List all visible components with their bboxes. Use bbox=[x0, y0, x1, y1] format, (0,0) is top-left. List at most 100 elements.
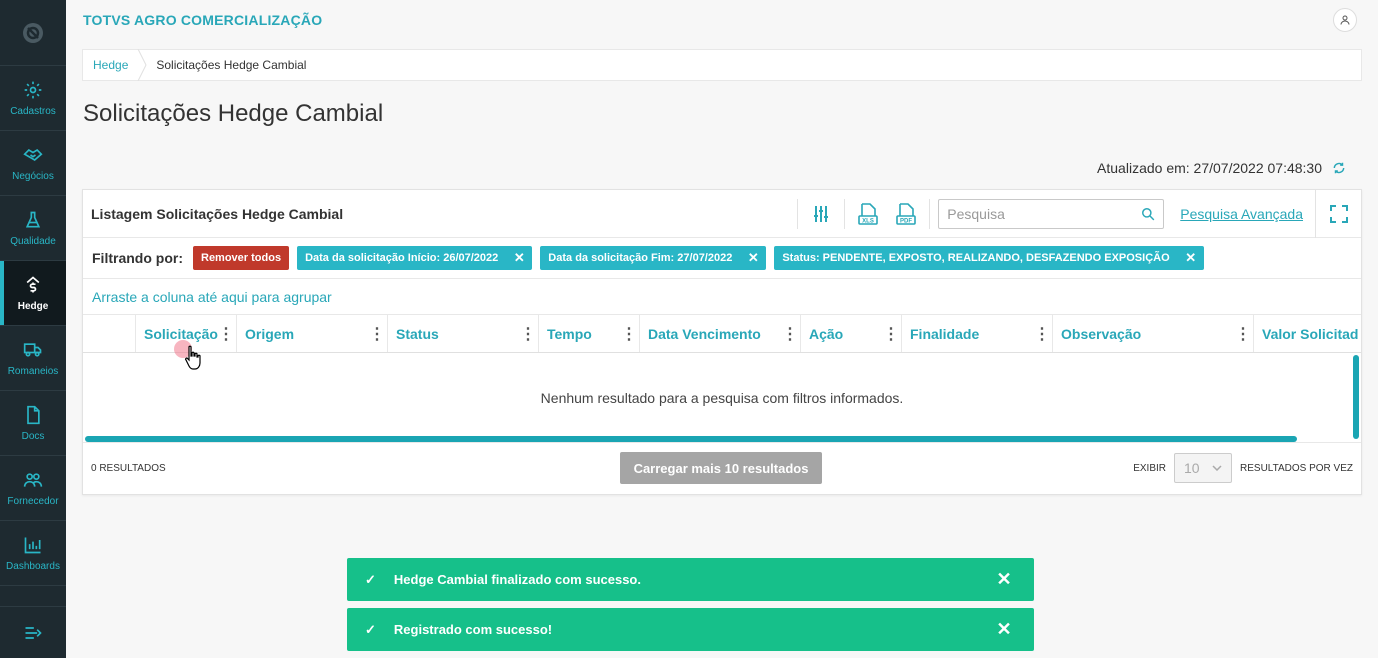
breadcrumb: Hedge Solicitações Hedge Cambial bbox=[82, 49, 1362, 81]
refresh-icon[interactable] bbox=[1332, 161, 1346, 175]
group-drop-zone[interactable]: Arraste a coluna até aqui para agrupar bbox=[83, 279, 1361, 315]
filter-label: Filtrando por: bbox=[92, 250, 183, 266]
card-footer: 0 RESULTADOS Carregar mais 10 resultados… bbox=[83, 443, 1361, 493]
gear-icon bbox=[24, 81, 42, 98]
column-menu-icon[interactable]: ⋮ bbox=[782, 324, 798, 344]
search-icon[interactable] bbox=[1141, 207, 1155, 221]
column-menu-icon[interactable]: ⋮ bbox=[883, 324, 899, 344]
column-header-tempo[interactable]: Tempo ⋮ bbox=[538, 315, 639, 352]
user-button[interactable] bbox=[1333, 8, 1357, 32]
sidebar-item-label: Negócios bbox=[12, 170, 54, 182]
handshake-icon bbox=[23, 148, 43, 161]
xls-file-icon: XLS bbox=[858, 202, 879, 225]
menu-expand-icon bbox=[25, 626, 42, 639]
column-header-status[interactable]: Status ⋮ bbox=[387, 315, 538, 352]
fullscreen-button[interactable] bbox=[1315, 189, 1361, 238]
column-header-finalidade[interactable]: Finalidade ⋮ bbox=[901, 315, 1052, 352]
sidebar-expand-button[interactable] bbox=[0, 606, 66, 658]
close-icon[interactable]: ✕ bbox=[740, 250, 766, 266]
flask-icon bbox=[25, 211, 41, 227]
column-header-origem[interactable]: Origem ⋮ bbox=[236, 315, 387, 352]
filter-chip-status: Status: PENDENTE, EXPOSTO, REALIZANDO, D… bbox=[774, 246, 1204, 270]
filter-chip-label: Data da solicitação Fim: 27/07/2022 bbox=[548, 252, 733, 264]
sidebar-item-label: Docs bbox=[21, 430, 45, 442]
breadcrumb-link-hedge[interactable]: Hedge bbox=[93, 58, 128, 72]
sidebar-item-label: Qualidade bbox=[10, 235, 56, 247]
last-updated-text: Atualizado em: 27/07/2022 07:48:30 bbox=[1097, 160, 1322, 176]
last-updated: Atualizado em: 27/07/2022 07:48:30 bbox=[1097, 160, 1346, 176]
toast-message: Registrado com sucesso! bbox=[393, 622, 553, 637]
sidebar-item-dashboards[interactable]: Dashboards bbox=[0, 521, 66, 586]
check-icon: ✓ bbox=[365, 571, 376, 587]
sidebar-item-fornecedor[interactable]: Fornecedor bbox=[0, 456, 66, 521]
horizontal-scrollbar[interactable] bbox=[85, 436, 1297, 442]
sidebar-item-negocios[interactable]: Negócios bbox=[0, 131, 66, 196]
pdf-file-icon: PDF bbox=[896, 202, 917, 225]
load-more-button[interactable]: Carregar mais 10 resultados bbox=[620, 452, 822, 484]
column-label: Origem bbox=[245, 325, 295, 342]
divider bbox=[797, 198, 799, 229]
export-xls-button[interactable]: XLS bbox=[849, 190, 887, 238]
vertical-scrollbar[interactable] bbox=[1353, 355, 1359, 439]
sidebar-item-label: Dashboards bbox=[6, 560, 60, 572]
svg-text:XLS: XLS bbox=[862, 218, 874, 224]
per-page-suffix: RESULTADOS POR VEZ bbox=[1240, 462, 1353, 474]
column-label: Valor Solicitad bbox=[1262, 325, 1359, 342]
column-label: Observação bbox=[1061, 325, 1142, 342]
empty-message: Nenhum resultado para a pesquisa com fil… bbox=[540, 389, 904, 406]
card-tools: XLS PDF Pesquisa Avançada bbox=[793, 189, 1361, 238]
sidebar-item-hedge[interactable]: Hedge bbox=[0, 261, 66, 326]
card-title: Listagem Solicitações Hedge Cambial bbox=[91, 205, 344, 222]
listing-card: Listagem Solicitações Hedge Cambial XLS bbox=[82, 189, 1362, 495]
divider bbox=[929, 198, 931, 229]
column-header-valor-solicitado[interactable]: Valor Solicitad bbox=[1253, 315, 1361, 352]
column-menu-icon[interactable]: ⋮ bbox=[621, 324, 637, 344]
toast-success: ✓ Registrado com sucesso! ✕ bbox=[347, 608, 1034, 651]
results-count: 0 RESULTADOS bbox=[91, 462, 166, 474]
column-header-observacao[interactable]: Observação ⋮ bbox=[1052, 315, 1253, 352]
toast-success: ✓ Hedge Cambial finalizado com sucesso. … bbox=[347, 558, 1034, 601]
divider bbox=[844, 198, 846, 229]
close-icon[interactable]: ✕ bbox=[1178, 250, 1204, 266]
column-menu-icon[interactable]: ⋮ bbox=[520, 324, 536, 344]
bar-chart-icon bbox=[24, 537, 41, 553]
column-header-data-vencimento[interactable]: Data Vencimento ⋮ bbox=[639, 315, 800, 352]
sidebar: Cadastros Negócios Qualidade Hedge Roman… bbox=[0, 0, 66, 658]
hedge-icon bbox=[26, 275, 40, 292]
advanced-search-link[interactable]: Pesquisa Avançada bbox=[1180, 206, 1303, 222]
column-menu-icon[interactable]: ⋮ bbox=[369, 324, 385, 344]
close-icon[interactable]: ✕ bbox=[994, 569, 1014, 590]
breadcrumb-separator-icon bbox=[137, 49, 147, 81]
remove-all-filters-button[interactable]: Remover todos bbox=[193, 246, 290, 270]
app-logo[interactable] bbox=[0, 0, 66, 66]
sidebar-item-qualidade[interactable]: Qualidade bbox=[0, 196, 66, 261]
sidebar-item-cadastros[interactable]: Cadastros bbox=[0, 66, 66, 131]
filter-chip-label: Status: PENDENTE, EXPOSTO, REALIZANDO, D… bbox=[782, 252, 1170, 264]
truck-icon bbox=[23, 342, 42, 357]
filter-chip-label: Data da solicitação Início: 26/07/2022 bbox=[305, 252, 499, 264]
column-menu-icon[interactable]: ⋮ bbox=[218, 324, 234, 344]
per-page-value: 10 bbox=[1184, 460, 1200, 476]
search-field[interactable] bbox=[938, 198, 1165, 229]
column-menu-icon[interactable]: ⋮ bbox=[1034, 324, 1050, 344]
column-label: Tempo bbox=[547, 325, 592, 342]
chevron-down-icon bbox=[1212, 465, 1222, 471]
show-label: EXIBIR bbox=[1133, 462, 1167, 474]
close-icon[interactable]: ✕ bbox=[506, 250, 532, 266]
search-input[interactable] bbox=[947, 205, 1142, 222]
user-icon bbox=[1340, 15, 1350, 25]
filter-bar: Filtrando por: Remover todos Data da sol… bbox=[83, 238, 1361, 279]
sidebar-item-docs[interactable]: Docs bbox=[0, 391, 66, 456]
page-title: Solicitações Hedge Cambial bbox=[83, 100, 384, 127]
column-settings-button[interactable] bbox=[802, 190, 840, 238]
column-label: Data Vencimento bbox=[648, 325, 761, 342]
column-menu-icon[interactable]: ⋮ bbox=[1235, 324, 1251, 344]
grid-body: Nenhum resultado para a pesquisa com fil… bbox=[83, 353, 1361, 443]
per-page-select[interactable]: 10 bbox=[1174, 453, 1233, 483]
column-header-acao[interactable]: Ação ⋮ bbox=[800, 315, 901, 352]
sidebar-item-romaneios[interactable]: Romaneios bbox=[0, 326, 66, 391]
export-pdf-button[interactable]: PDF bbox=[887, 190, 925, 238]
filter-chip-start-date: Data da solicitação Início: 26/07/2022 ✕ bbox=[297, 246, 533, 270]
close-icon[interactable]: ✕ bbox=[994, 619, 1014, 640]
sliders-icon bbox=[814, 205, 829, 222]
